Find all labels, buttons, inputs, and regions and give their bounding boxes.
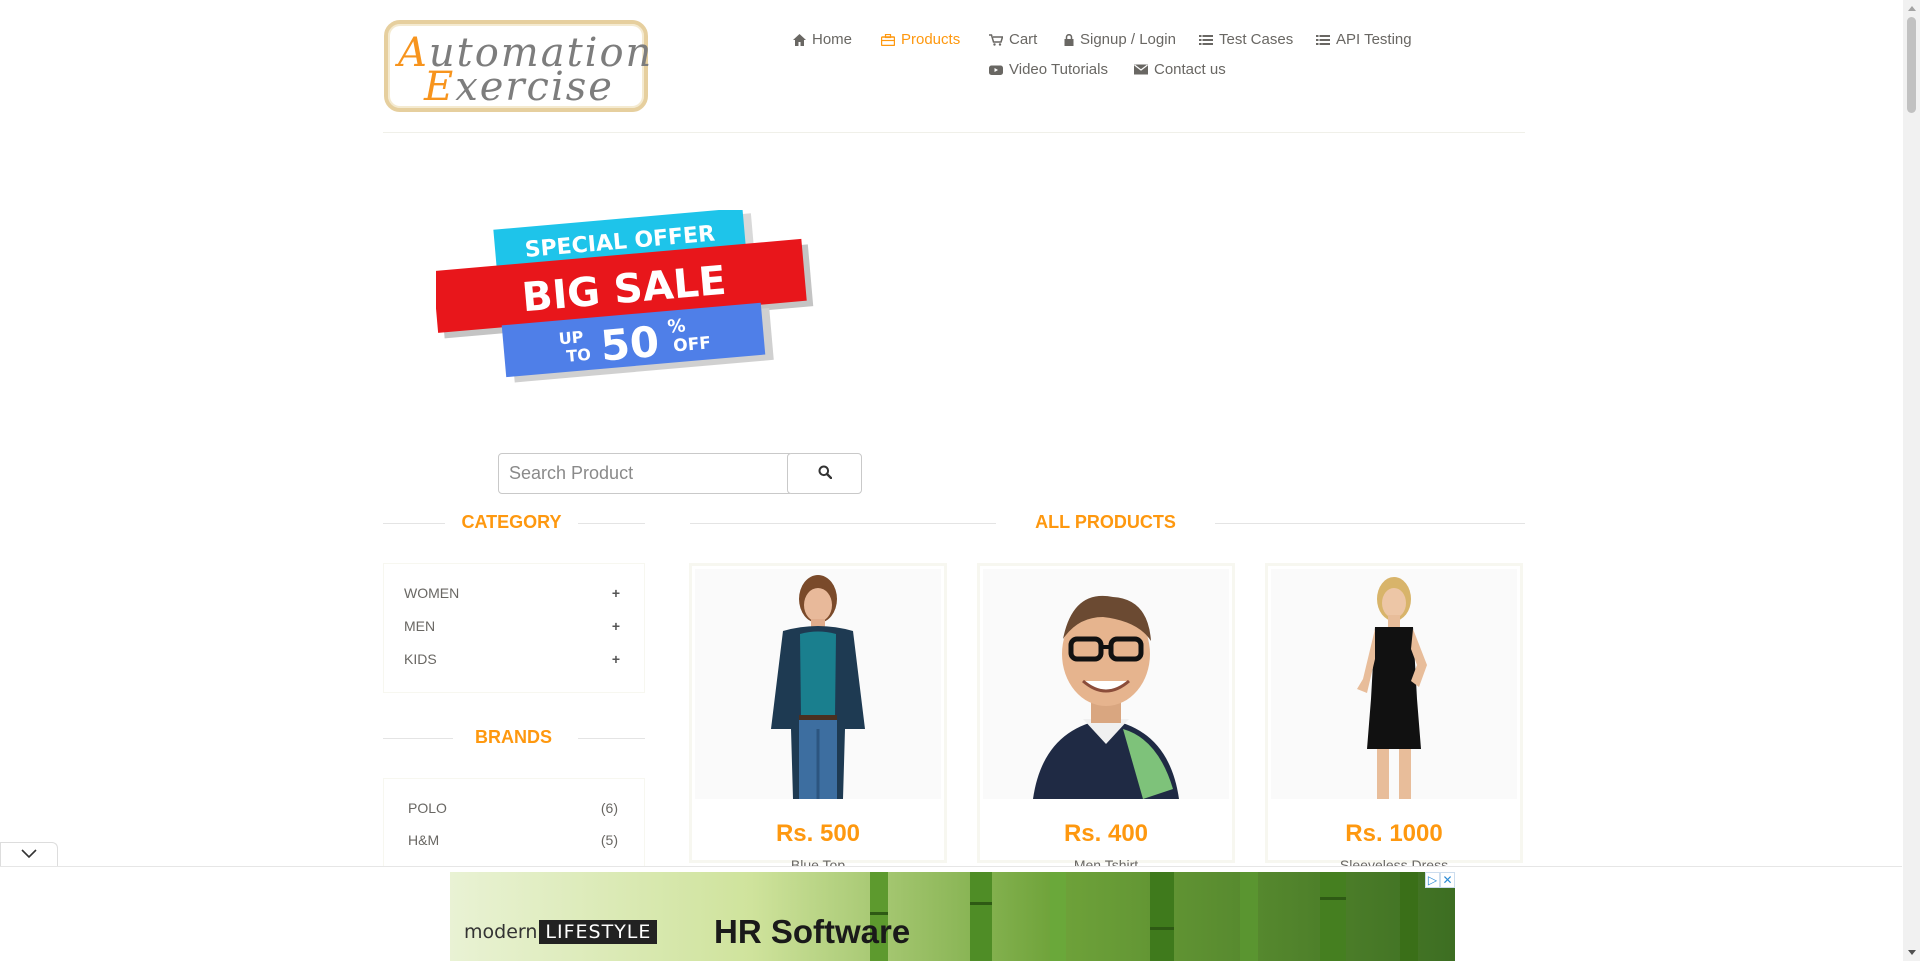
list-icon [1199, 33, 1213, 47]
nav-contact-us[interactable]: Contact us [1134, 61, 1226, 78]
product-price: Rs. 1000 [1345, 820, 1443, 847]
all-products-title: ALL PRODUCTS [1035, 512, 1176, 532]
category-panel: WOMEN + MEN + KIDS + [383, 563, 645, 693]
brand-polo[interactable]: POLO (6) [408, 800, 618, 816]
scroll-up-icon[interactable] [1903, 0, 1920, 17]
product-image-sleeveless-dress[interactable] [1271, 569, 1517, 799]
ad-brand-box: LIFESTYLE [539, 920, 658, 944]
nav-test-cases[interactable]: Test Cases [1199, 31, 1293, 48]
plus-icon[interactable]: + [612, 585, 620, 601]
chevron-down-icon [21, 846, 37, 864]
close-icon[interactable]: ✕ [1440, 872, 1455, 888]
brand-count: (6) [600, 800, 618, 816]
category-label: KIDS [404, 651, 437, 667]
nav-test-cases-label: Test Cases [1219, 31, 1294, 48]
search-product-input[interactable] [498, 453, 790, 494]
divider [690, 523, 996, 524]
category-kids[interactable]: KIDS + [404, 651, 620, 667]
brand-hm[interactable]: H&M (5) [408, 832, 618, 848]
nav-cart[interactable]: Cart [989, 31, 1037, 48]
ad-brand-logo: modern LIFESTYLE [464, 920, 658, 944]
page-scrollbar[interactable] [1903, 0, 1920, 961]
category-title: CATEGORY [461, 512, 562, 532]
ad-controls: ▷ ✕ [1425, 872, 1455, 888]
ad-info-icon[interactable]: ▷ [1425, 872, 1440, 888]
product-image-blue-top[interactable] [695, 569, 941, 799]
youtube-icon [989, 63, 1003, 77]
nav-api-testing-label: API Testing [1336, 31, 1412, 48]
category-label: WOMEN [404, 585, 460, 601]
plus-icon[interactable]: + [612, 618, 620, 634]
product-image-men-tshirt[interactable] [983, 569, 1229, 799]
search-icon [818, 465, 832, 482]
banner-percent: 50 [599, 317, 662, 371]
product-card[interactable]: Rs. 400 Men Tshirt [977, 563, 1235, 873]
brand-count: (5) [600, 832, 618, 848]
brand-label: H&M [408, 832, 440, 848]
banner-to: TO [566, 345, 592, 366]
divider [383, 523, 445, 524]
nav-contact-label: Contact us [1154, 61, 1226, 78]
category-men[interactable]: MEN + [404, 618, 620, 634]
nav-video-label: Video Tutorials [1009, 61, 1108, 78]
nav-video-tutorials[interactable]: Video Tutorials [989, 61, 1108, 78]
nav-cart-label: Cart [1009, 31, 1038, 48]
products-icon [881, 33, 895, 47]
sale-banner: SPECIAL OFFER BIG SALE UP TO 50 % OFF [432, 207, 826, 390]
ad-brand-prefix: modern [464, 921, 538, 943]
logo-line-2: Exercise [424, 64, 614, 110]
product-price: Rs. 500 [775, 820, 861, 847]
home-icon [792, 33, 806, 47]
plus-icon[interactable]: + [612, 651, 620, 667]
category-women[interactable]: WOMEN + [404, 585, 620, 601]
ad-headline: HR Software [714, 913, 911, 950]
brands-title: BRANDS [474, 727, 552, 747]
lock-icon [1064, 33, 1074, 47]
banner-off: OFF [672, 333, 711, 356]
search-button[interactable] [787, 453, 862, 494]
list-icon [1316, 33, 1330, 47]
envelope-icon [1134, 63, 1148, 77]
ad-banner[interactable]: modern LIFESTYLE HR Software [450, 872, 1455, 961]
nav-products-label: Products [901, 31, 961, 48]
nav-home-label: Home [812, 31, 853, 48]
banner-pct-sign: % [667, 315, 687, 337]
product-price: Rs. 400 [1063, 820, 1149, 847]
scrollbar-thumb[interactable] [1907, 17, 1916, 113]
nav-login-label: Signup / Login [1080, 31, 1176, 48]
brands-panel: POLO (6) H&M (5) [383, 778, 645, 878]
divider [578, 523, 645, 524]
site-logo[interactable]: Automation Exercise [384, 20, 651, 112]
divider [383, 738, 453, 739]
product-card[interactable]: Rs. 1000 Sleeveless Dress [1265, 563, 1523, 873]
category-label: MEN [404, 618, 436, 634]
brand-label: POLO [408, 800, 447, 816]
divider [578, 738, 645, 739]
nav-signup-login[interactable]: Signup / Login [1064, 31, 1176, 48]
product-card[interactable]: Rs. 500 Blue Top [689, 563, 947, 873]
divider [1215, 523, 1525, 524]
nav-products[interactable]: Products [881, 31, 960, 48]
scroll-down-icon[interactable] [1903, 944, 1920, 961]
ad-collapse-button[interactable] [0, 842, 58, 866]
header: Automation Exercise [383, 0, 1525, 133]
nav-api-testing[interactable]: API Testing [1316, 31, 1412, 48]
cart-icon [989, 33, 1003, 47]
nav-home[interactable]: Home [792, 31, 852, 48]
